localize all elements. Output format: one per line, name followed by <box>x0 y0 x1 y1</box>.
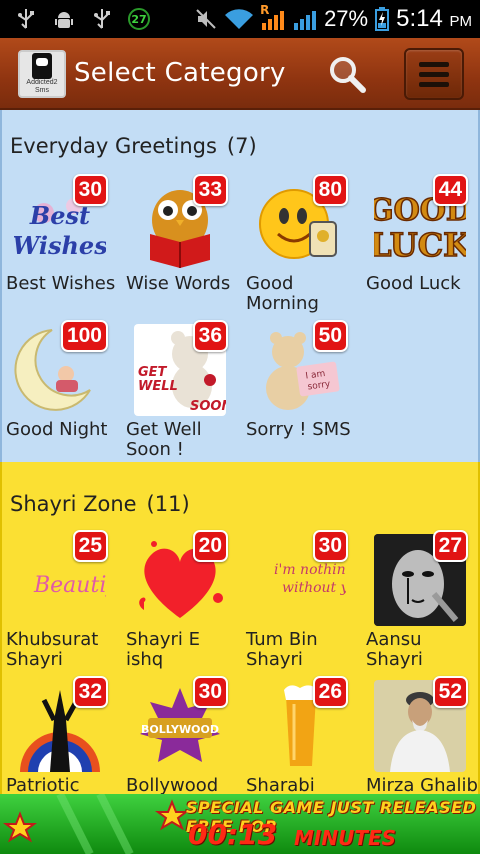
ad-banner[interactable]: SPECIAL GAME JUST RELEASED FREE FOR 00:1… <box>0 794 480 854</box>
count-badge: 25 <box>72 530 108 562</box>
signal-icon <box>292 7 318 31</box>
count-badge: 30 <box>312 530 348 562</box>
usb-icon <box>90 7 114 31</box>
category-tile-patriotic-shayri[interactable]: 32 Patriotic Shayri <box>2 676 112 794</box>
section-heading: Shayri Zone (11) <box>10 492 190 516</box>
app-logo[interactable]: Addicted2 Sms <box>18 50 66 98</box>
category-label: Good Luck <box>366 273 461 294</box>
count-badge: 30 <box>72 174 108 206</box>
count-badge: 20 <box>192 530 228 562</box>
category-label: Shayri E ishq <box>126 629 201 670</box>
category-tile-khubsurat-shayri[interactable]: Beautif 25 Khubsurat Shayri <box>2 530 112 674</box>
category-tile-shayri-e-ishq[interactable]: 20 Shayri E ishq <box>122 530 232 674</box>
category-label: Patriotic Shayri <box>6 775 80 795</box>
count-badge: 50 <box>312 320 348 352</box>
category-tile-good-night[interactable]: 100 Good Night <box>2 320 112 464</box>
count-badge: 100 <box>60 320 108 352</box>
svg-text:SOON: SOON <box>190 399 226 414</box>
section-count: (11) <box>146 492 190 516</box>
count-badge: 32 <box>72 676 108 708</box>
count-badge: 52 <box>432 676 468 708</box>
category-tile-sharabi-shayri[interactable]: 26 Sharabi Shayri <box>242 676 352 794</box>
category-label: Wise Words <box>126 273 231 294</box>
category-label: Mirza Ghalib <box>366 775 478 795</box>
category-label: Good Morning <box>246 273 319 314</box>
section-shayri-zone: Shayri Zone (11) Beautif 25 Khubsurat Sha… <box>0 462 480 794</box>
ad-timer: 00:13 <box>188 818 278 851</box>
category-tile-good-luck[interactable]: GOOD LUCK 44 Good Luck <box>362 174 472 318</box>
svg-text:i'm nothing: i'm nothing <box>274 562 346 578</box>
count-badge: 44 <box>432 174 468 206</box>
category-label: Tum Bin Shayri <box>246 629 318 670</box>
category-tile-bollywood-shayri[interactable]: BOLLYWOOD 30 Bollywood Shayri <box>122 676 232 794</box>
category-label: Best Wishes <box>6 273 116 294</box>
category-list[interactable]: Everyday Greetings (7) Best Wishes 30 Best… <box>0 110 480 794</box>
svg-text:without you: without you <box>282 580 346 596</box>
count-badge: 80 <box>312 174 348 206</box>
svg-text:Beautif: Beautif <box>33 573 106 598</box>
section-everyday-greetings: Everyday Greetings (7) Best Wishes 30 Best… <box>0 110 480 462</box>
svg-text:LUCK: LUCK <box>374 226 466 264</box>
category-tile-tum-bin-shayri[interactable]: i'm nothing without you 30 Tum Bin Shayri <box>242 530 352 674</box>
count-badge: 27 <box>432 530 468 562</box>
category-tile-good-morning[interactable]: 80 Good Morning <box>242 174 352 318</box>
android-debug-icon <box>52 7 76 31</box>
section-title: Everyday Greetings <box>10 134 217 158</box>
status-bar: 27 R 27% 5:14 PM <box>0 0 480 38</box>
app-logo-label: Addicted2 Sms <box>26 79 58 94</box>
mute-icon <box>194 7 218 31</box>
ad-timer-unit: MINUTES <box>294 826 397 850</box>
category-label: Sorry ! SMS <box>246 419 351 440</box>
category-label: Bollywood Shayri <box>126 775 219 795</box>
category-tile-best-wishes[interactable]: Best Wishes 30 Best Wishes <box>2 174 115 318</box>
roaming-signal-icon: R <box>260 3 286 31</box>
category-tile-wise-words[interactable]: 33 Wise Words <box>122 174 232 318</box>
notification-badge-icon: 27 <box>128 8 150 30</box>
svg-text:Wishes: Wishes <box>14 231 106 260</box>
svg-text:BOLLYWOOD: BOLLYWOOD <box>141 723 219 736</box>
section-heading: Everyday Greetings (7) <box>10 134 257 158</box>
category-tile-mirza-ghalib[interactable]: 52 Mirza Ghalib <box>362 676 478 794</box>
search-button[interactable] <box>326 54 368 96</box>
phone-icon <box>32 53 52 79</box>
clock-time: 5:14 <box>396 5 443 32</box>
star-burst-icon <box>2 794 189 854</box>
battery-percent: 27% <box>324 6 369 31</box>
count-badge: 36 <box>192 320 228 352</box>
section-count: (7) <box>226 134 257 158</box>
svg-text:GET: GET <box>138 365 168 380</box>
category-label: Good Night <box>6 419 108 440</box>
category-label: Khubsurat Shayri <box>6 629 99 670</box>
category-label: Aansu Shayri <box>366 629 423 670</box>
count-badge: 33 <box>192 174 228 206</box>
count-badge: 26 <box>312 676 348 708</box>
title-bar: Addicted2 Sms Select Category <box>0 38 480 110</box>
roaming-letter: R <box>260 3 270 17</box>
page-title: Select Category <box>74 58 286 88</box>
wifi-icon <box>224 7 254 31</box>
category-tile-get-well-soon[interactable]: GETWELL SOON 36 Get Well Soon ! <box>122 320 232 464</box>
usb-icon <box>14 7 38 31</box>
clock: 5:14 PM <box>396 5 472 33</box>
category-label: Sharabi Shayri <box>246 775 315 795</box>
category-tile-aansu-shayri[interactable]: 27 Aansu Shayri <box>362 530 472 674</box>
category-tile-sorry-sms[interactable]: I am sorry 50 Sorry ! SMS <box>242 320 352 464</box>
menu-button[interactable] <box>404 48 464 100</box>
clock-ampm: PM <box>449 13 473 30</box>
section-title: Shayri Zone <box>10 492 137 516</box>
search-icon <box>330 57 366 93</box>
svg-text:WELL: WELL <box>138 379 178 394</box>
hamburger-menu-icon <box>419 61 449 67</box>
count-badge: 30 <box>192 676 228 708</box>
battery-icon <box>374 7 390 31</box>
category-label: Get Well Soon ! <box>126 419 202 460</box>
